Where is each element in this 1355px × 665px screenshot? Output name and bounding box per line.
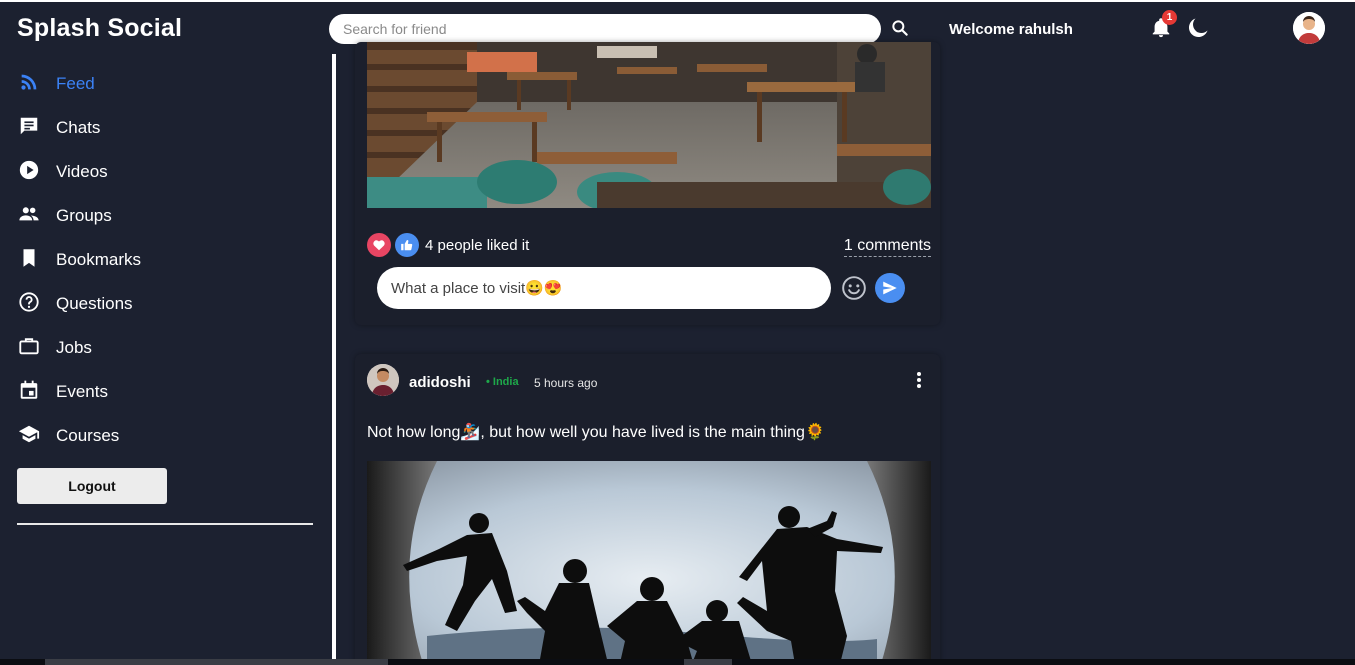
sidebar-item-label: Chats bbox=[56, 118, 101, 137]
post-author-name[interactable]: adidoshi bbox=[409, 374, 471, 391]
post-image[interactable] bbox=[367, 461, 931, 665]
user-avatar[interactable] bbox=[1293, 12, 1325, 44]
scrollbar-thumb[interactable] bbox=[45, 659, 388, 665]
sidebar-item-label: Courses bbox=[56, 426, 120, 445]
post-reactions: 4 people liked it bbox=[367, 233, 529, 257]
search-icon[interactable] bbox=[890, 18, 910, 38]
sidebar-item-feed[interactable]: Feed bbox=[18, 69, 95, 99]
sidebar-item-label: Questions bbox=[56, 294, 133, 313]
post-caption: Not how long🏂, but how well you have liv… bbox=[367, 424, 825, 441]
rss-icon bbox=[18, 71, 40, 98]
post-timestamp: 5 hours ago bbox=[534, 376, 598, 390]
heart-reaction-icon[interactable] bbox=[367, 233, 391, 257]
post-author-avatar[interactable] bbox=[367, 364, 399, 396]
post-card: adidoshi • India 5 hours ago Not how lon… bbox=[355, 354, 940, 665]
welcome-text: Welcome rahulsh bbox=[949, 21, 1073, 38]
comments-link[interactable]: 1 comments bbox=[843, 237, 931, 257]
sidebar-item-groups[interactable]: Groups bbox=[18, 201, 112, 231]
scrollbar-thumb[interactable] bbox=[684, 659, 732, 665]
dark-mode-toggle-icon[interactable] bbox=[1186, 16, 1210, 40]
sidebar-divider bbox=[17, 523, 313, 525]
sidebar-item-label: Feed bbox=[56, 74, 95, 93]
sidebar-item-questions[interactable]: Questions bbox=[18, 289, 133, 319]
sidebar: Feed Chats Videos Groups Bookmarks Quest… bbox=[0, 54, 330, 665]
sidebar-item-bookmarks[interactable]: Bookmarks bbox=[18, 245, 141, 275]
sidebar-item-videos[interactable]: Videos bbox=[18, 157, 108, 187]
school-icon bbox=[18, 423, 40, 450]
calendar-icon bbox=[18, 379, 40, 406]
emoji-picker-icon[interactable] bbox=[841, 275, 867, 301]
sidebar-item-label: Groups bbox=[56, 206, 112, 225]
likes-count: 4 people liked it bbox=[425, 236, 530, 254]
send-comment-button[interactable] bbox=[875, 273, 905, 303]
sidebar-item-label: Events bbox=[56, 382, 108, 401]
sidebar-item-events[interactable]: Events bbox=[18, 377, 108, 407]
sidebar-item-courses[interactable]: Courses bbox=[18, 421, 119, 451]
logout-button[interactable]: Logout bbox=[17, 468, 167, 504]
chat-icon bbox=[18, 115, 40, 142]
content-divider bbox=[332, 54, 336, 665]
sidebar-item-label: Jobs bbox=[56, 338, 92, 357]
send-icon bbox=[883, 281, 897, 295]
sidebar-item-label: Videos bbox=[56, 162, 108, 181]
search-input[interactable] bbox=[329, 14, 881, 44]
play-circle-icon bbox=[18, 159, 40, 186]
post-card: 4 people liked it 1 comments bbox=[355, 42, 940, 325]
groups-icon bbox=[18, 203, 40, 230]
sidebar-item-jobs[interactable]: Jobs bbox=[18, 333, 92, 363]
sidebar-item-label: Bookmarks bbox=[56, 250, 142, 269]
sidebar-item-chats[interactable]: Chats bbox=[18, 113, 100, 143]
briefcase-icon bbox=[18, 335, 40, 362]
comment-input[interactable] bbox=[377, 267, 831, 309]
notification-badge: 1 bbox=[1162, 10, 1177, 25]
more-options-icon[interactable] bbox=[911, 370, 927, 390]
like-reaction-icon[interactable] bbox=[395, 233, 419, 257]
post-author-country: • India bbox=[486, 376, 519, 388]
app-logo[interactable]: Splash Social bbox=[17, 14, 182, 43]
post-image[interactable] bbox=[367, 42, 931, 208]
help-circle-icon bbox=[18, 291, 40, 318]
bookmark-icon bbox=[18, 247, 40, 274]
